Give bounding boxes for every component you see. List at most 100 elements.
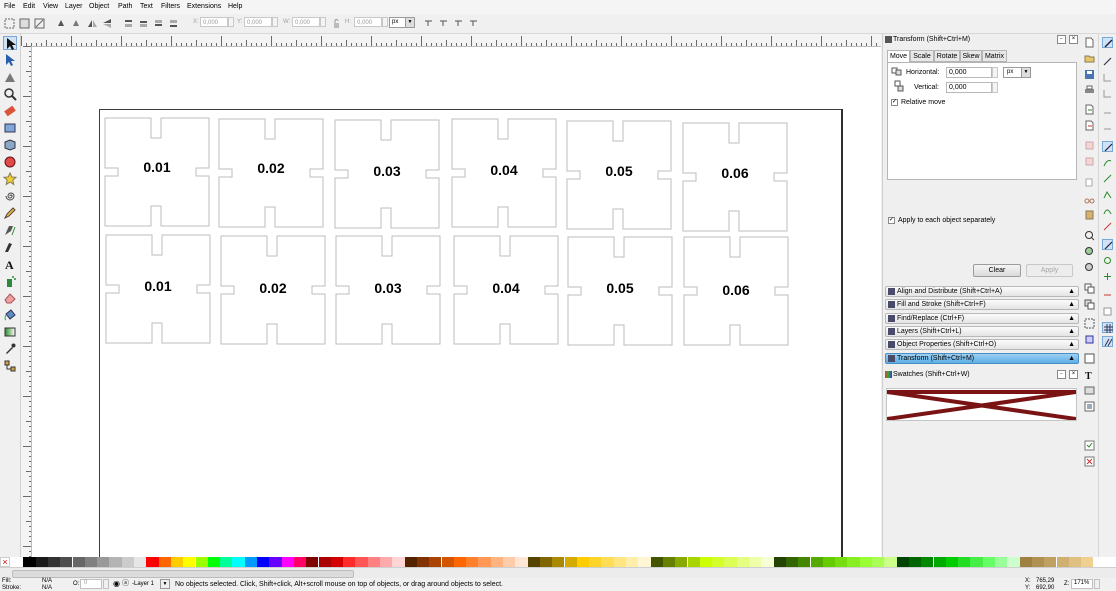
new-document-icon[interactable] bbox=[1084, 37, 1095, 48]
xml-editor-icon[interactable] bbox=[1084, 385, 1095, 396]
color-swatch[interactable] bbox=[84, 557, 98, 567]
snap-others-icon[interactable] bbox=[1102, 239, 1113, 250]
color-swatch[interactable] bbox=[810, 557, 823, 567]
zoom-input[interactable]: 171% bbox=[1071, 579, 1093, 589]
color-swatch[interactable] bbox=[47, 557, 61, 567]
puzzle-piece[interactable]: 0.01 bbox=[105, 234, 211, 344]
zoom-page-icon[interactable] bbox=[1084, 262, 1095, 273]
color-swatch[interactable] bbox=[798, 557, 811, 567]
snap-guide-icon[interactable] bbox=[1102, 336, 1113, 347]
color-swatch[interactable] bbox=[712, 557, 725, 567]
color-swatch[interactable] bbox=[859, 557, 872, 567]
unit-select[interactable]: px ▼ bbox=[389, 17, 415, 28]
dock-item-align[interactable]: Align and Distribute (Shift+Ctrl+A) ▲ bbox=[885, 286, 1079, 297]
dock-item-find-replace[interactable]: Find/Replace (Ctrl+F) ▲ bbox=[885, 313, 1079, 324]
w-field[interactable]: 0,000 bbox=[292, 17, 320, 27]
color-swatch[interactable] bbox=[355, 557, 368, 567]
snap-path-icon[interactable] bbox=[1102, 157, 1113, 168]
y-field[interactable]: 0,000 bbox=[244, 17, 272, 27]
color-swatch[interactable] bbox=[576, 557, 590, 567]
color-swatch[interactable] bbox=[970, 557, 983, 567]
color-swatch[interactable] bbox=[380, 557, 393, 567]
text-tool-icon[interactable]: A bbox=[3, 257, 17, 272]
color-swatch[interactable] bbox=[995, 557, 1008, 567]
puzzle-piece[interactable]: 0.04 bbox=[451, 118, 557, 228]
tab-skew[interactable]: Skew bbox=[960, 50, 982, 62]
puzzle-piece[interactable]: 0.02 bbox=[220, 235, 326, 345]
lock-icon[interactable]: ⓐ bbox=[122, 579, 131, 588]
document-properties-icon[interactable] bbox=[1084, 456, 1095, 467]
vertical-ruler[interactable] bbox=[21, 46, 32, 557]
color-swatch[interactable] bbox=[736, 557, 749, 567]
color-swatch[interactable] bbox=[429, 557, 442, 567]
horizontal-ruler[interactable] bbox=[21, 34, 881, 47]
duplicate-icon[interactable] bbox=[1084, 283, 1095, 294]
color-swatch[interactable] bbox=[453, 557, 467, 567]
snap-bbox-center-icon[interactable] bbox=[1102, 120, 1113, 131]
stroke-value[interactable]: N/A bbox=[42, 585, 52, 591]
menu-extensions[interactable]: Extensions bbox=[187, 3, 221, 10]
puzzle-piece[interactable]: 0.06 bbox=[682, 122, 788, 232]
close-icon[interactable]: × bbox=[1069, 370, 1078, 379]
color-swatch[interactable] bbox=[490, 557, 503, 567]
snap-bbox-icon[interactable] bbox=[1102, 56, 1113, 67]
flip-horizontal-icon[interactable] bbox=[87, 18, 98, 29]
dock-item-transform[interactable]: Transform (Shift+Ctrl+M) ▲ bbox=[885, 353, 1079, 364]
color-swatch[interactable] bbox=[1031, 557, 1045, 567]
drawing-canvas[interactable]: 0.01 0.02 0.03 0.04 0.05 0.06 0.01 0.02 … bbox=[32, 47, 881, 570]
horizontal-input[interactable]: 0,000 bbox=[946, 67, 992, 78]
w-spin[interactable] bbox=[320, 17, 326, 27]
color-swatch[interactable] bbox=[318, 557, 331, 567]
puzzle-piece[interactable]: 0.03 bbox=[335, 235, 441, 345]
menu-object[interactable]: Object bbox=[89, 3, 109, 10]
color-swatch[interactable] bbox=[269, 557, 282, 567]
color-swatch[interactable] bbox=[23, 557, 36, 567]
color-swatch[interactable] bbox=[121, 557, 134, 567]
color-swatch[interactable] bbox=[638, 557, 651, 567]
fill-value[interactable]: N/A bbox=[42, 578, 52, 584]
redo-icon[interactable] bbox=[1084, 156, 1095, 167]
color-swatch[interactable] bbox=[207, 557, 221, 567]
snap-object-center-icon[interactable] bbox=[1102, 255, 1113, 266]
color-swatch[interactable] bbox=[687, 557, 700, 567]
rotate-cw-icon[interactable] bbox=[71, 18, 82, 29]
color-swatch[interactable] bbox=[232, 557, 245, 567]
x-spin[interactable] bbox=[228, 17, 234, 27]
node-tool-icon[interactable] bbox=[3, 53, 17, 67]
color-swatch[interactable] bbox=[330, 557, 344, 567]
color-swatch[interactable] bbox=[945, 557, 959, 567]
color-swatch[interactable] bbox=[1056, 557, 1069, 567]
copy-icon[interactable] bbox=[1084, 177, 1095, 188]
lower-icon[interactable] bbox=[153, 18, 164, 29]
select-all-icon[interactable] bbox=[4, 18, 15, 29]
cut-icon[interactable] bbox=[1084, 193, 1095, 204]
preferences-icon[interactable] bbox=[1084, 440, 1095, 451]
move-patterns-icon[interactable] bbox=[468, 18, 479, 29]
color-swatch[interactable] bbox=[662, 557, 676, 567]
measure-tool-icon[interactable] bbox=[3, 104, 17, 118]
puzzle-piece[interactable]: 0.02 bbox=[218, 118, 324, 228]
color-swatch[interactable] bbox=[515, 557, 528, 567]
raise-icon[interactable] bbox=[138, 18, 149, 29]
menu-view[interactable]: View bbox=[43, 3, 58, 10]
snap-rotation-center-icon[interactable] bbox=[1102, 271, 1113, 282]
color-swatch[interactable] bbox=[773, 557, 786, 567]
eraser-tool-icon[interactable] bbox=[3, 291, 17, 305]
puzzle-piece[interactable]: 0.03 bbox=[334, 119, 440, 229]
color-swatch[interactable] bbox=[11, 557, 24, 567]
export-icon[interactable] bbox=[1084, 120, 1095, 131]
text-font-icon[interactable]: T bbox=[1084, 369, 1095, 382]
color-swatch[interactable] bbox=[35, 557, 48, 567]
dropper-tool-icon[interactable] bbox=[3, 342, 17, 356]
scale-corners-icon[interactable] bbox=[438, 18, 449, 29]
y-spin[interactable] bbox=[272, 17, 278, 27]
color-swatch[interactable] bbox=[60, 557, 73, 567]
group-icon[interactable] bbox=[1084, 318, 1095, 329]
paint-bucket-tool-icon[interactable] bbox=[3, 308, 17, 322]
color-swatch[interactable] bbox=[343, 557, 356, 567]
color-swatch[interactable] bbox=[933, 557, 946, 567]
color-swatch[interactable] bbox=[441, 557, 454, 567]
menu-help[interactable]: Help bbox=[228, 3, 242, 10]
snap-bbox-midpoint-icon[interactable] bbox=[1102, 104, 1113, 115]
color-swatch[interactable] bbox=[675, 557, 688, 567]
